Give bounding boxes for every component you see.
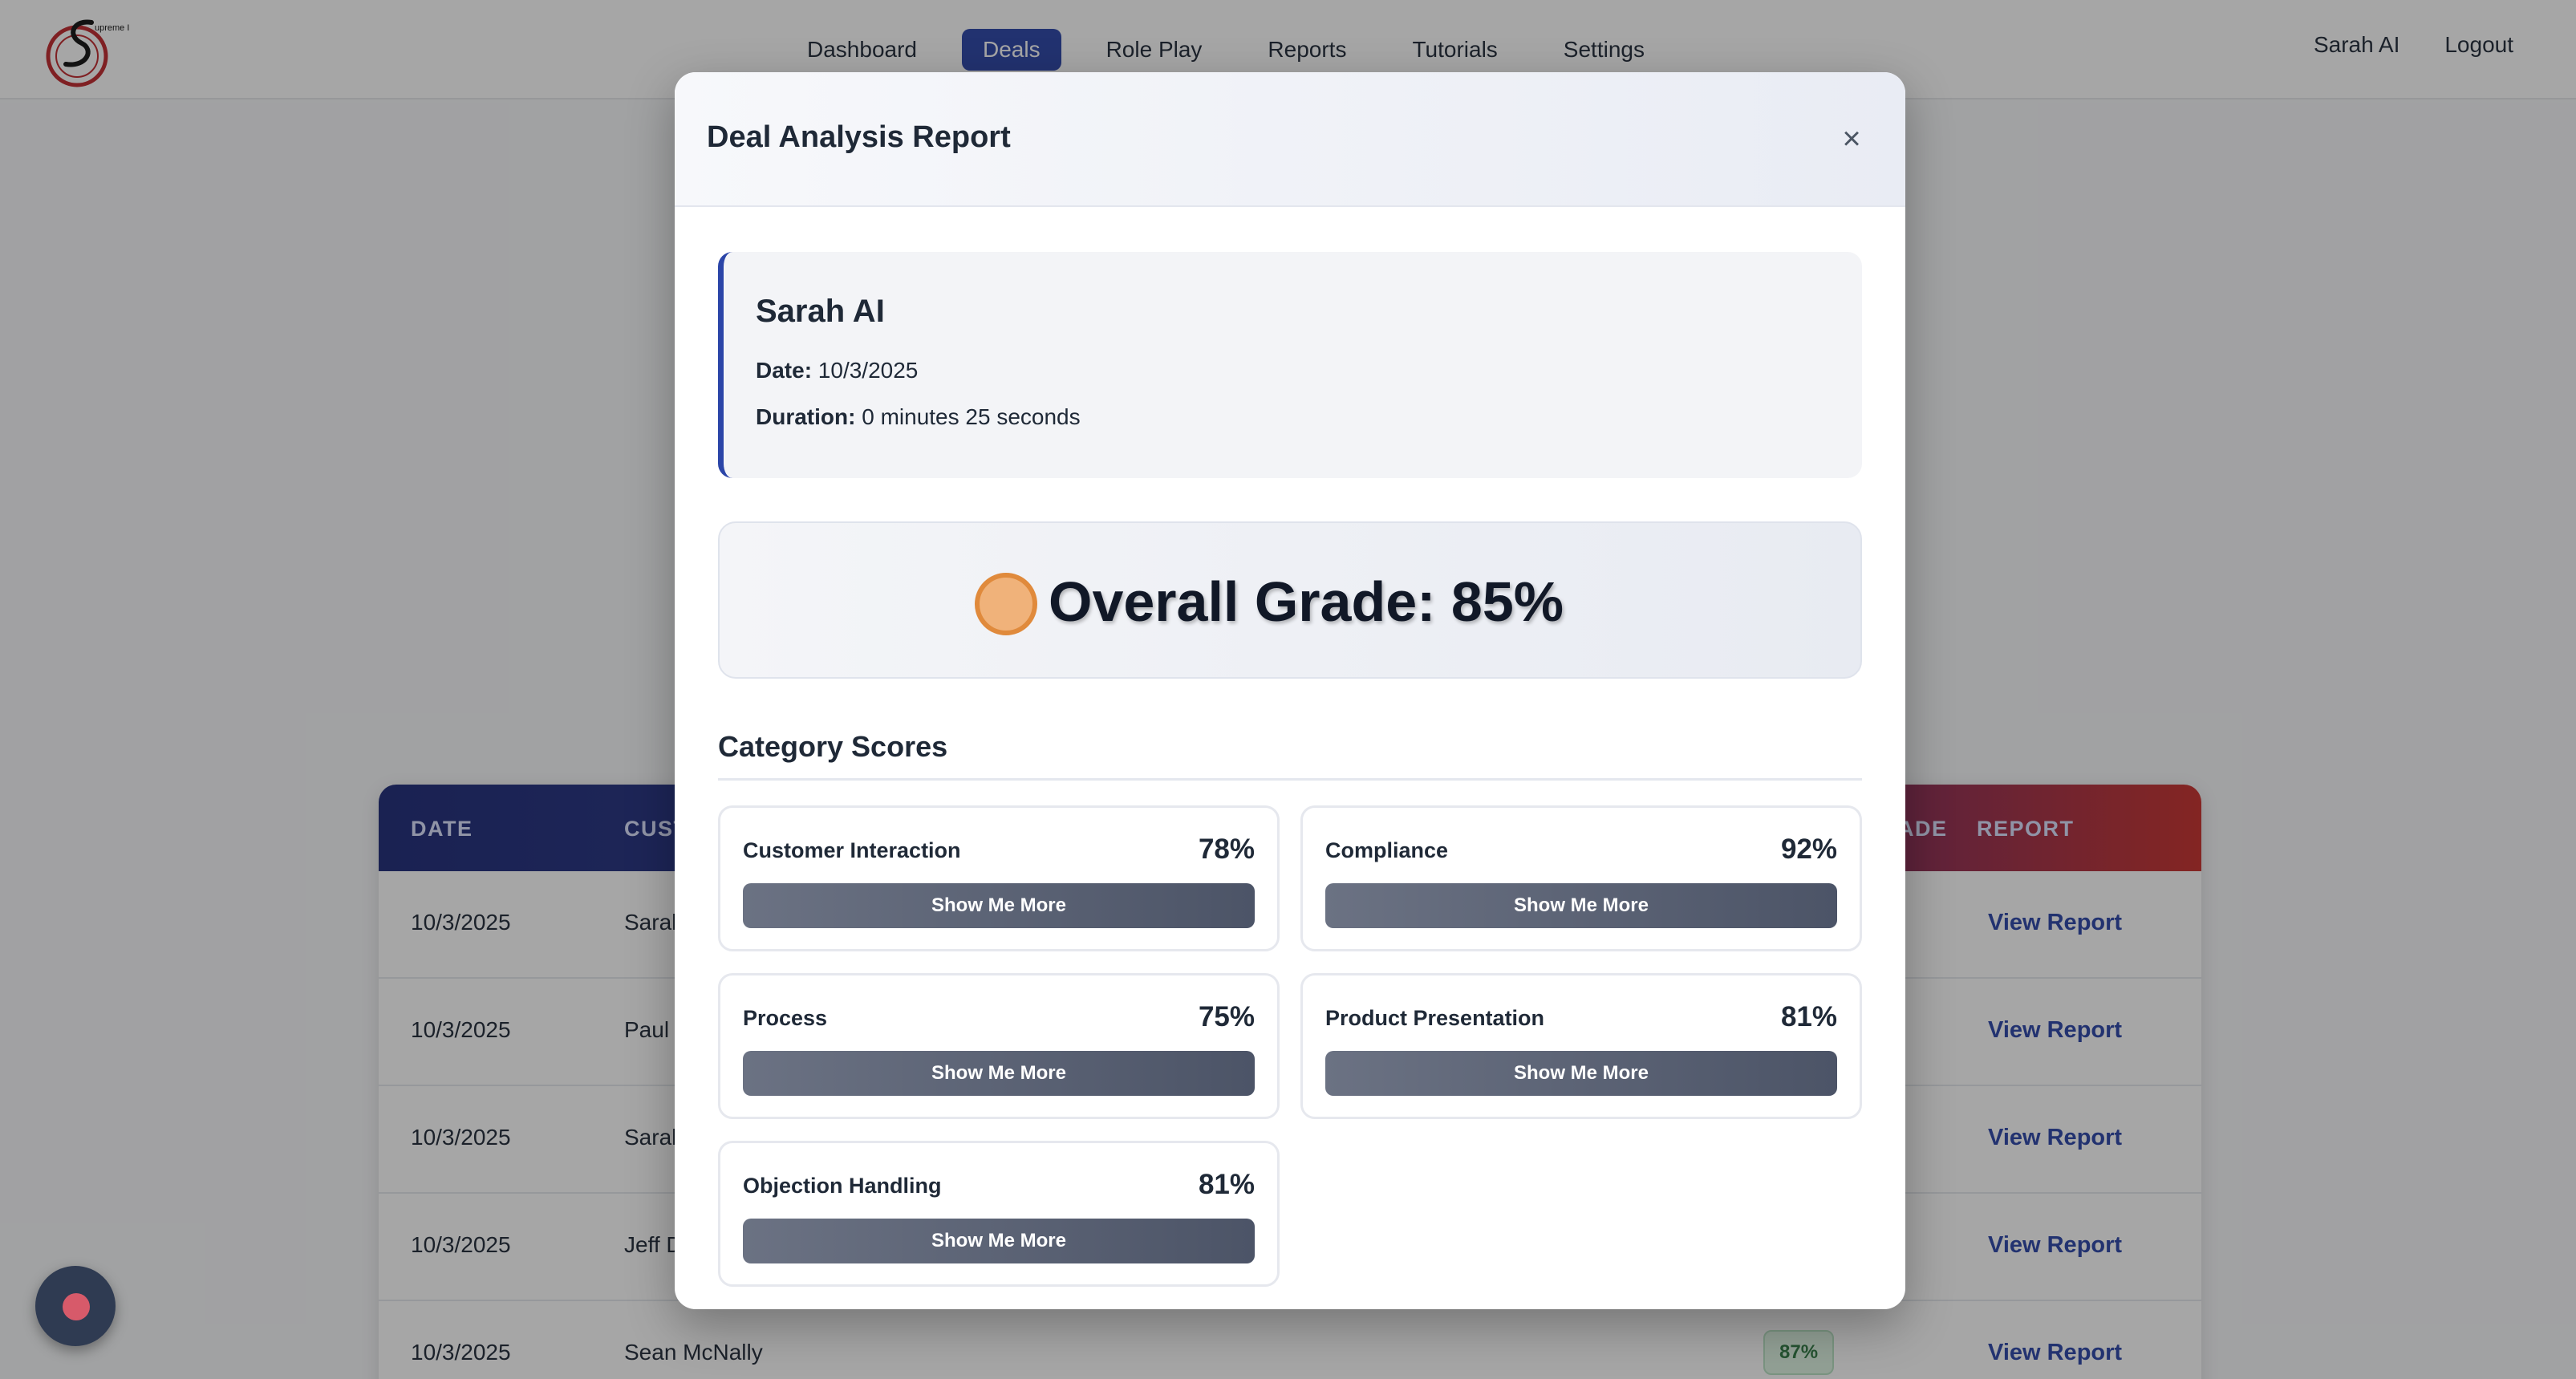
close-icon[interactable]: × (1832, 119, 1872, 159)
deal-date: Date: 10/3/2025 (756, 358, 918, 383)
date-label: Date: (756, 358, 813, 383)
duration-label: Duration: (756, 404, 856, 429)
category-card-customer-interaction: Customer Interaction 78% Show Me More (718, 805, 1280, 951)
category-score: 78% (1198, 833, 1255, 865)
show-me-more-button[interactable]: Show Me More (743, 883, 1255, 928)
date-value: 10/3/2025 (817, 358, 919, 383)
category-label: Objection Handling (743, 1174, 942, 1198)
overall-grade-card: Overall Grade: 85% (718, 521, 1862, 679)
category-card-compliance: Compliance 92% Show Me More (1300, 805, 1862, 951)
category-score: 75% (1198, 1001, 1255, 1032)
show-me-more-button[interactable]: Show Me More (743, 1051, 1255, 1096)
overall-grade: Overall Grade: 85% (1049, 570, 1564, 633)
category-card-process: Process 75% Show Me More (718, 973, 1280, 1119)
modal-header: Deal Analysis Report × (675, 72, 1905, 207)
show-me-more-button[interactable]: Show Me More (743, 1219, 1255, 1263)
modal-title: Deal Analysis Report (707, 120, 1011, 154)
category-card-objection-handling: Objection Handling 81% Show Me More (718, 1141, 1280, 1287)
category-score: 81% (1780, 1001, 1837, 1032)
duration-value: 0 minutes 25 seconds (862, 404, 1081, 429)
category-label: Process (743, 1006, 828, 1030)
category-score: 92% (1780, 833, 1837, 865)
category-score: 81% (1198, 1169, 1255, 1200)
deal-analysis-modal: Deal Analysis Report × Sarah AI Date: 10… (675, 72, 1905, 1309)
category-label: Product Presentation (1325, 1006, 1545, 1030)
deal-duration: Duration: 0 minutes 25 seconds (756, 404, 1081, 430)
record-dot-icon (63, 1293, 90, 1320)
category-scores-heading: Category Scores (718, 730, 948, 763)
show-me-more-button[interactable]: Show Me More (1325, 883, 1837, 928)
category-label: Customer Interaction (743, 838, 961, 862)
show-me-more-button[interactable]: Show Me More (1325, 1051, 1837, 1096)
category-card-product-presentation: Product Presentation 81% Show Me More (1300, 973, 1862, 1119)
grade-status-circle-icon (975, 573, 1037, 635)
record-button[interactable] (35, 1266, 116, 1346)
section-divider (718, 778, 1862, 781)
salesperson-name: Sarah AI (756, 294, 885, 329)
deal-info-card: Sarah AI Date: 10/3/2025 Duration: 0 min… (718, 252, 1862, 478)
category-label: Compliance (1325, 838, 1449, 862)
